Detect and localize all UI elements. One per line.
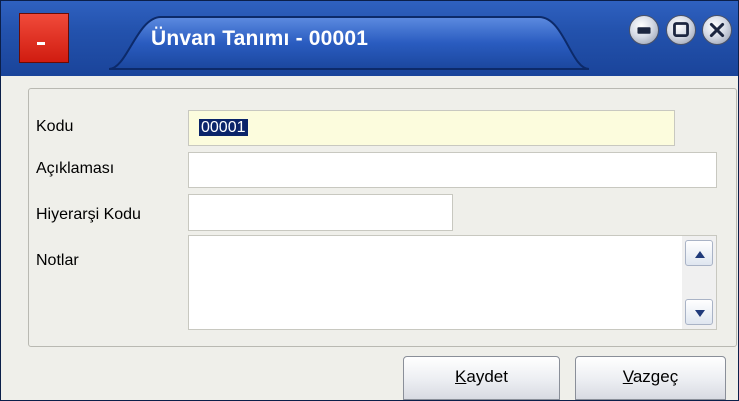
title-bar[interactable]: Ünvan Tanımı - 00001	[1, 1, 738, 76]
kodu-label: Kodu	[36, 118, 74, 135]
dialog-window: Ünvan Tanımı - 00001 Kodu 00001 Açıklama…	[0, 0, 739, 401]
kodu-field[interactable]: 00001	[188, 110, 675, 146]
minimize-icon[interactable]	[629, 15, 659, 45]
save-button[interactable]: Kaydet	[403, 356, 560, 400]
hiyerarsi-kodu-label: Hiyerarşi Kodu	[36, 206, 141, 223]
cancel-button[interactable]: Vazgeç	[575, 356, 726, 400]
notlar-field[interactable]	[188, 235, 717, 330]
aciklamasi-field[interactable]	[188, 152, 717, 188]
window-title: Ünvan Tanımı - 00001	[151, 27, 369, 50]
aciklamasi-label: Açıklaması	[36, 160, 115, 177]
kodu-value: 00001	[199, 119, 248, 136]
notlar-label: Notlar	[36, 252, 79, 269]
maximize-icon[interactable]	[666, 15, 696, 45]
notes-scrollbar[interactable]	[682, 236, 716, 329]
scroll-up-button[interactable]	[685, 240, 713, 266]
scroll-down-button[interactable]	[685, 299, 713, 325]
app-icon[interactable]	[19, 13, 69, 63]
hiyerarsi-kodu-field[interactable]	[188, 194, 453, 231]
close-icon[interactable]	[702, 15, 732, 45]
